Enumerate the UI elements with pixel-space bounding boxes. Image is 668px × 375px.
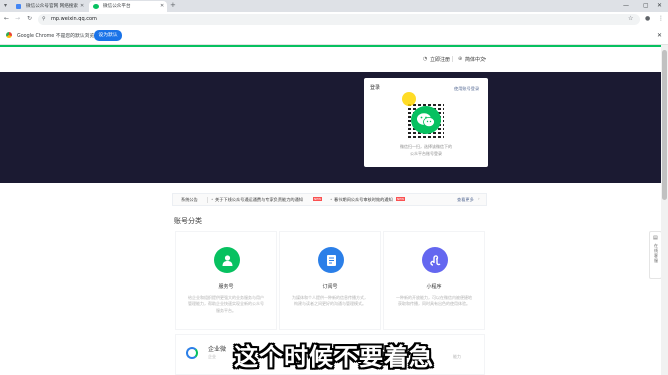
- chevron-right-icon: ›: [478, 196, 480, 201]
- header-divider: [452, 56, 453, 62]
- notice-divider: [207, 197, 208, 203]
- mini-program-icon: [422, 247, 448, 273]
- search-favicon-icon: [16, 4, 21, 9]
- enterprise-icon: [186, 347, 198, 359]
- notice-bullet-icon: •: [211, 197, 214, 202]
- infobar-message: Google Chrome 不是您的默认浏览器: [17, 34, 99, 39]
- mini-program-card[interactable]: 小程序 一种新的开放能力，可以在微信内被便捷地获取和传播，同时具有出色的使用体验…: [383, 231, 485, 330]
- tab-search-icon[interactable]: ▾: [4, 3, 7, 9]
- section-title: 账号分类: [174, 217, 202, 225]
- menu-icon[interactable]: ⋮: [658, 16, 664, 22]
- account-login-link[interactable]: 使用账号登录: [454, 86, 479, 92]
- new-badge: NEW: [313, 197, 323, 201]
- video-subtitle: 这个时候不要着急: [234, 343, 434, 371]
- enterprise-desc-end: 能力: [453, 354, 461, 359]
- infobar-close-icon[interactable]: ✕: [657, 32, 662, 39]
- card-title: 订阅号: [322, 284, 338, 290]
- scrollbar-thumb[interactable]: [662, 50, 667, 200]
- back-icon[interactable]: ←: [4, 16, 9, 22]
- notice-more-link[interactable]: 查看更多: [457, 197, 474, 203]
- card-description: 一种新的开放能力，可以在微信内被便捷地获取和传播，同时具有出色的使用体验。: [396, 295, 472, 307]
- new-badge: NEW: [396, 197, 406, 201]
- login-title: 登录: [370, 85, 381, 91]
- browser-tab-bar: ▾ 微信公众号官网 网络搜索 ✕ 微信公众平台 ✕ + — ▢ ✕: [0, 0, 668, 12]
- browser-toolbar: ← → ↻ ⚲ mp.weixin.qq.com ☆ ● ⋮: [0, 12, 668, 27]
- login-hint-line1: 微信扫一扫，选择该微信下的: [400, 144, 452, 149]
- default-browser-infobar: Google Chrome 不是您的默认浏览器 设为默认 ✕: [0, 27, 668, 45]
- globe-icon: ⊕: [458, 56, 463, 62]
- language-switch[interactable]: 简体中文: [465, 56, 485, 63]
- profile-icon[interactable]: ●: [645, 16, 650, 22]
- subscription-account-icon: [318, 247, 344, 273]
- close-window-icon[interactable]: ✕: [657, 2, 662, 9]
- service-icon: ▤: [653, 235, 658, 241]
- cursor-highlight: [402, 92, 416, 106]
- login-hint-line2: 公众平台账号登录: [410, 151, 442, 156]
- notice-bullet-icon: •: [330, 197, 333, 202]
- set-default-button[interactable]: 设为默认: [94, 30, 122, 41]
- forward-icon[interactable]: →: [15, 16, 20, 22]
- card-title: 小程序: [426, 284, 442, 290]
- notice-item-1[interactable]: 关于下线公众号通运通费与专家负责能力的通知: [215, 197, 303, 203]
- address-bar[interactable]: ⚲ mp.weixin.qq.com ☆: [38, 14, 640, 25]
- url-text[interactable]: mp.weixin.qq.com: [51, 16, 97, 22]
- notice-bar: 系统公告 • 关于下线公众号通运通费与专家负责能力的通知 NEW • 春节期间公…: [172, 193, 487, 206]
- tab-close-icon[interactable]: ✕: [80, 3, 84, 9]
- hero-banner: [0, 72, 668, 183]
- chevron-down-icon: ▾: [484, 56, 487, 61]
- brand-top-line: [0, 45, 668, 47]
- enterprise-desc-start: 企业: [208, 354, 216, 359]
- notice-label: 系统公告: [181, 197, 198, 202]
- chrome-logo-icon: [6, 32, 12, 38]
- reload-icon[interactable]: ↻: [27, 16, 32, 22]
- login-card: 登录 使用账号登录 微信扫一扫，选择该微信下的 公众平台账号登录: [364, 78, 488, 167]
- wechat-logo-icon: [411, 106, 441, 134]
- service-account-icon: [214, 247, 240, 273]
- subscription-account-card[interactable]: 订阅号 为媒体和个人提供一种新的信息传播方式，构建与读者之间更好的沟通与管理模式…: [279, 231, 381, 330]
- browser-tab-wechat[interactable]: 微信公众平台: [89, 1, 167, 12]
- card-description: 为媒体和个人提供一种新的信息传播方式，构建与读者之间更好的沟通与管理模式。: [292, 295, 368, 307]
- tab-close-icon[interactable]: ✕: [160, 3, 164, 9]
- register-link[interactable]: 立即注册: [430, 56, 450, 63]
- qr-code: [408, 102, 444, 138]
- user-icon: ◔: [423, 56, 428, 62]
- minimize-icon[interactable]: —: [623, 2, 629, 9]
- browser-tab-search[interactable]: 微信公众号官网 网络搜索: [12, 1, 88, 12]
- wechat-favicon-icon: [93, 4, 99, 9]
- new-tab-icon[interactable]: +: [170, 1, 176, 9]
- site-info-icon[interactable]: ⚲: [42, 16, 46, 22]
- maximize-icon[interactable]: ▢: [643, 2, 649, 9]
- card-description: 给企业和组织提供更强大的业务服务与用户管理能力，帮助企业快速实现全新的公众号服务…: [188, 295, 264, 313]
- card-title: 服务号: [218, 284, 234, 290]
- service-account-card[interactable]: 服务号 给企业和组织提供更强大的业务服务与用户管理能力，帮助企业快速实现全新的公…: [175, 231, 277, 330]
- service-tab-label: 在线客服: [654, 243, 658, 263]
- bookmark-star-icon[interactable]: ☆: [628, 15, 633, 22]
- notice-item-2[interactable]: 春节期间公众号审核时效的通知: [334, 197, 393, 203]
